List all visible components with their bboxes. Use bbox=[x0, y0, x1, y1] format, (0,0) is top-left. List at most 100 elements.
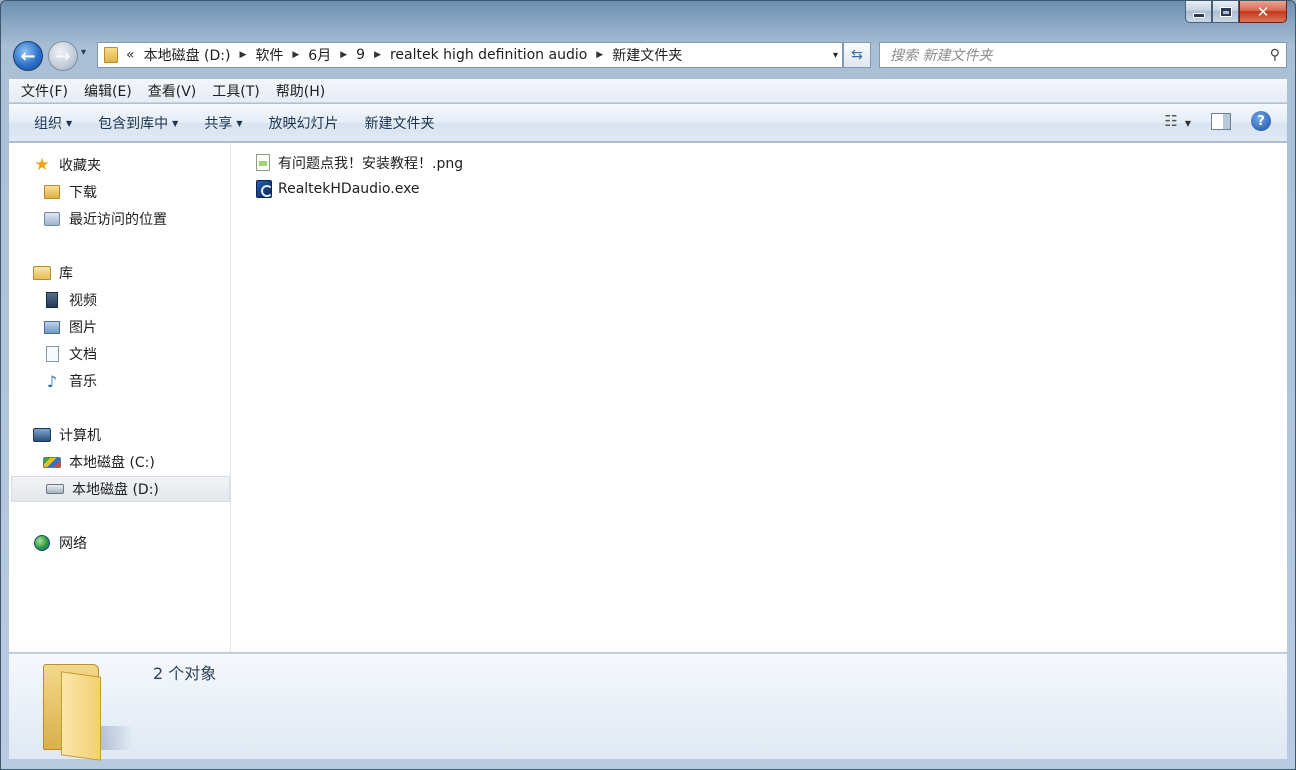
menu-view[interactable]: 查看(V) bbox=[140, 81, 205, 101]
close-icon: ✕ bbox=[1256, 2, 1270, 21]
share-label: 共享 bbox=[204, 115, 233, 132]
star-icon: ★ bbox=[34, 155, 50, 175]
new-folder-button[interactable]: 新建文件夹 bbox=[351, 113, 447, 133]
breadcrumb-new-folder[interactable]: 新建文件夹 bbox=[607, 45, 687, 65]
recent-pages-dropdown[interactable]: ▾ bbox=[81, 47, 86, 58]
main-area: ★ 收藏夹 下载 最近访问的位置 库 视频 图片 文档 ♪ 音乐 计算机 本地磁… bbox=[9, 143, 1287, 652]
command-bar: 组织 ▼ 包含到库中 ▼ 共享 ▼ 放映幻灯片 新建文件夹 ☷ ▼ ? bbox=[9, 104, 1287, 142]
breadcrumb-realtek[interactable]: realtek high definition audio bbox=[385, 47, 592, 63]
refresh-icon: ⇆ bbox=[851, 47, 863, 63]
caption-buttons: ✕ bbox=[1185, 1, 1287, 23]
breadcrumb-separator-icon[interactable]: ▶ bbox=[592, 50, 607, 60]
drive-icon bbox=[46, 481, 64, 497]
list-item[interactable]: RealtekHDaudio.exe bbox=[256, 178, 420, 200]
nav-recent-places[interactable]: 最近访问的位置 bbox=[9, 206, 229, 232]
help-icon[interactable]: ? bbox=[1251, 111, 1271, 131]
item-count: 2 个对象 bbox=[153, 664, 217, 683]
breadcrumb-separator-icon[interactable]: ▶ bbox=[235, 50, 250, 60]
include-in-library-button[interactable]: 包含到库中 ▼ bbox=[85, 113, 191, 133]
breadcrumb-june[interactable]: 6月 bbox=[303, 45, 336, 65]
address-overflow-chevron[interactable]: « bbox=[124, 47, 139, 63]
dropdown-arrow-icon: ▼ bbox=[1184, 119, 1191, 128]
nav-label: 库 bbox=[59, 266, 73, 282]
library-icon bbox=[33, 265, 51, 281]
nav-libraries[interactable]: 库 bbox=[9, 260, 229, 286]
nav-label: 图片 bbox=[69, 320, 97, 336]
back-button[interactable]: ← bbox=[13, 41, 43, 71]
search-placeholder: 搜索 新建文件夹 bbox=[890, 48, 993, 64]
search-icon[interactable]: ⚲ bbox=[1270, 47, 1280, 63]
organize-button[interactable]: 组织 ▼ bbox=[21, 113, 85, 133]
share-button[interactable]: 共享 ▼ bbox=[191, 113, 255, 133]
include-in-library-label: 包含到库中 bbox=[98, 115, 169, 132]
nav-label: 计算机 bbox=[59, 428, 101, 444]
explorer-window: ✕ ← → ▾ « 本地磁盘 (D:) ▶ 软件 ▶ 6月 ▶ 9 ▶ real… bbox=[0, 0, 1296, 770]
music-icon: ♪ bbox=[46, 371, 58, 391]
breadcrumb-drive-d[interactable]: 本地磁盘 (D:) bbox=[139, 45, 236, 65]
maximize-button[interactable] bbox=[1212, 1, 1239, 23]
menu-edit[interactable]: 编辑(E) bbox=[76, 81, 140, 101]
nav-videos[interactable]: 视频 bbox=[9, 287, 229, 313]
address-bar[interactable]: « 本地磁盘 (D:) ▶ 软件 ▶ 6月 ▶ 9 ▶ realtek high… bbox=[97, 42, 843, 68]
nav-label: 网络 bbox=[59, 536, 87, 552]
documents-icon bbox=[43, 346, 61, 362]
breadcrumb-separator-icon[interactable]: ▶ bbox=[370, 50, 385, 60]
breadcrumb-separator-icon[interactable]: ▶ bbox=[336, 50, 351, 60]
nav-pictures[interactable]: 图片 bbox=[9, 314, 229, 340]
list-item[interactable]: 有问题点我！安装教程！.png bbox=[256, 152, 463, 174]
nav-documents[interactable]: 文档 bbox=[9, 341, 229, 367]
nav-network[interactable]: 网络 bbox=[9, 530, 229, 556]
system-drive-icon bbox=[43, 454, 61, 470]
nav-label: 收藏夹 bbox=[59, 158, 101, 174]
computer-icon bbox=[33, 427, 51, 443]
dropdown-arrow-icon: ▼ bbox=[236, 119, 243, 128]
forward-arrow-icon: → bbox=[55, 45, 71, 67]
menu-file[interactable]: 文件(F) bbox=[13, 81, 76, 101]
folder-icon bbox=[104, 47, 118, 63]
refresh-button[interactable]: ⇆ bbox=[843, 42, 871, 68]
menu-help[interactable]: 帮助(H) bbox=[268, 81, 333, 101]
navigation-row: ← → ▾ « 本地磁盘 (D:) ▶ 软件 ▶ 6月 ▶ 9 ▶ realte… bbox=[1, 37, 1295, 75]
nav-computer[interactable]: 计算机 bbox=[9, 422, 229, 448]
change-view-button[interactable]: ☷ ▼ bbox=[1164, 112, 1191, 130]
nav-drive-d[interactable]: 本地磁盘 (D:) bbox=[11, 476, 230, 502]
nav-label: 本地磁盘 (C:) bbox=[69, 455, 155, 471]
dropdown-arrow-icon: ▼ bbox=[66, 119, 73, 128]
breadcrumb-separator-icon[interactable]: ▶ bbox=[288, 50, 303, 60]
menu-tools[interactable]: 工具(T) bbox=[204, 81, 267, 101]
nav-label: 下载 bbox=[69, 185, 97, 201]
nav-drive-c[interactable]: 本地磁盘 (C:) bbox=[9, 449, 229, 475]
preview-pane-icon[interactable] bbox=[1211, 112, 1231, 130]
pictures-icon bbox=[43, 319, 61, 335]
nav-downloads[interactable]: 下载 bbox=[9, 179, 229, 205]
recent-places-icon bbox=[43, 211, 61, 227]
nav-label: 本地磁盘 (D:) bbox=[72, 482, 159, 498]
close-button[interactable]: ✕ bbox=[1239, 1, 1287, 23]
nav-label: 视频 bbox=[69, 293, 97, 309]
command-bar-right: ☷ ▼ ? bbox=[1164, 111, 1271, 131]
dropdown-arrow-icon: ▼ bbox=[172, 119, 179, 128]
file-list[interactable]: 有问题点我！安装教程！.png RealtekHDaudio.exe bbox=[232, 143, 1287, 652]
details-pane: 2 个对象 bbox=[9, 653, 1287, 761]
breadcrumb-9[interactable]: 9 bbox=[351, 47, 370, 63]
back-arrow-icon: ← bbox=[20, 45, 36, 67]
network-icon bbox=[33, 535, 51, 551]
minimize-button[interactable] bbox=[1185, 1, 1212, 23]
search-input[interactable]: 搜索 新建文件夹 ⚲ bbox=[879, 42, 1287, 68]
large-folder-icon bbox=[39, 660, 133, 761]
nav-music[interactable]: ♪ 音乐 bbox=[9, 368, 229, 394]
nav-label: 文档 bbox=[69, 347, 97, 363]
video-icon bbox=[43, 292, 61, 308]
file-name: 有问题点我！安装教程！.png bbox=[278, 156, 464, 172]
navigation-pane[interactable]: ★ 收藏夹 下载 最近访问的位置 库 视频 图片 文档 ♪ 音乐 计算机 本地磁… bbox=[9, 143, 231, 652]
slideshow-button[interactable]: 放映幻灯片 bbox=[255, 113, 351, 133]
breadcrumb-software[interactable]: 软件 bbox=[250, 45, 288, 65]
nav-label: 最近访问的位置 bbox=[69, 212, 167, 228]
file-name: RealtekHDaudio.exe bbox=[278, 181, 420, 197]
nav-favorites[interactable]: ★ 收藏夹 bbox=[9, 152, 229, 178]
organize-label: 组织 bbox=[34, 115, 62, 132]
views-icon: ☷ bbox=[1164, 112, 1177, 130]
address-history-dropdown-icon[interactable]: ▾ bbox=[833, 50, 838, 61]
forward-button[interactable]: → bbox=[48, 41, 78, 71]
exe-file-icon bbox=[256, 180, 273, 198]
